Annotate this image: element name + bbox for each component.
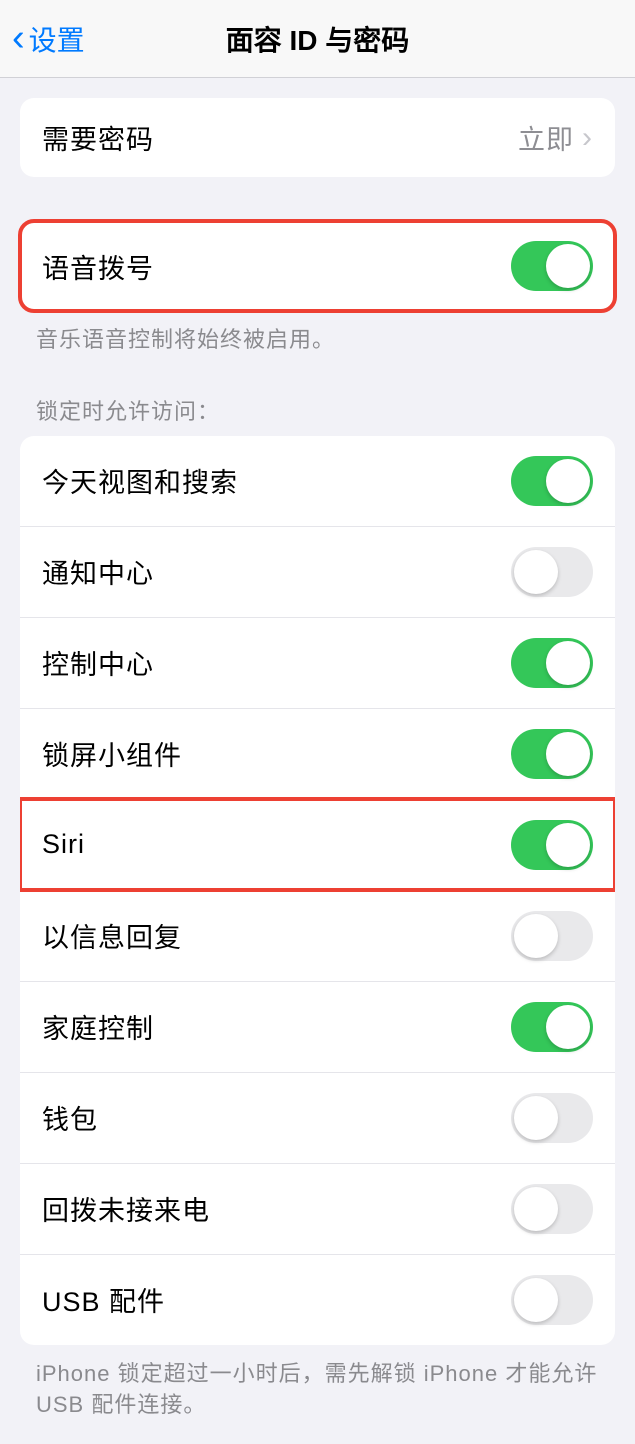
siri-toggle[interactable] bbox=[511, 820, 593, 870]
require-passcode-label: 需要密码 bbox=[42, 118, 154, 157]
wallet-toggle[interactable] bbox=[511, 1093, 593, 1143]
usb-accessories-toggle[interactable] bbox=[511, 1275, 593, 1325]
return-missed-calls-toggle[interactable] bbox=[511, 1184, 593, 1234]
wallet-row: 钱包 bbox=[20, 1072, 615, 1163]
voice-dial-footer: 音乐语音控制将始终被启用。 bbox=[0, 319, 635, 380]
notification-center-row: 通知中心 bbox=[20, 526, 615, 617]
nav-header: ‹ 设置 面容 ID 与密码 bbox=[0, 0, 635, 78]
home-control-row: 家庭控制 bbox=[20, 981, 615, 1072]
back-label: 设置 bbox=[29, 19, 85, 59]
settings-content: 需要密码 立即 › 语音拨号 音乐语音控制将始终被启用。 锁定时允许访问： 今天… bbox=[0, 78, 635, 1444]
toggle-knob bbox=[546, 641, 590, 685]
toggle-knob bbox=[514, 914, 558, 958]
usb-accessories-row: USB 配件 bbox=[20, 1254, 615, 1345]
return-missed-calls-row: 回拨未接来电 bbox=[20, 1163, 615, 1254]
lock-screen-widgets-row: 锁屏小组件 bbox=[20, 708, 615, 799]
toggle-knob bbox=[514, 550, 558, 594]
lock-screen-widgets-toggle[interactable] bbox=[511, 729, 593, 779]
page-title: 面容 ID 与密码 bbox=[226, 19, 410, 59]
toggle-knob bbox=[546, 1005, 590, 1049]
chevron-left-icon: ‹ bbox=[12, 17, 25, 60]
voice-dial-row: 语音拨号 bbox=[20, 221, 615, 311]
require-passcode-row[interactable]: 需要密码 立即 › bbox=[20, 98, 615, 177]
reply-message-toggle[interactable] bbox=[511, 911, 593, 961]
siri-row: Siri bbox=[20, 799, 615, 890]
toggle-knob bbox=[514, 1096, 558, 1140]
today-view-label: 今天视图和搜索 bbox=[42, 461, 238, 500]
toggle-knob bbox=[514, 1187, 558, 1231]
usb-accessories-label: USB 配件 bbox=[42, 1280, 165, 1319]
locked-access-header: 锁定时允许访问： bbox=[0, 380, 635, 436]
voice-dial-group: 语音拨号 bbox=[20, 221, 615, 311]
toggle-knob bbox=[546, 732, 590, 776]
wallet-label: 钱包 bbox=[42, 1098, 98, 1137]
toggle-knob bbox=[546, 823, 590, 867]
require-passcode-value: 立即 › bbox=[518, 118, 593, 157]
require-passcode-group: 需要密码 立即 › bbox=[20, 98, 615, 177]
usb-footer: iPhone 锁定超过一小时后，需先解锁 iPhone 才能允许 USB 配件连… bbox=[0, 1353, 635, 1444]
control-center-label: 控制中心 bbox=[42, 643, 154, 682]
reply-message-row: 以信息回复 bbox=[20, 890, 615, 981]
reply-message-label: 以信息回复 bbox=[42, 916, 182, 955]
voice-dial-label: 语音拨号 bbox=[42, 247, 154, 286]
return-missed-calls-label: 回拨未接来电 bbox=[42, 1189, 210, 1228]
toggle-knob bbox=[514, 1278, 558, 1322]
toggle-knob bbox=[546, 244, 590, 288]
siri-label: Siri bbox=[42, 829, 85, 860]
control-center-toggle[interactable] bbox=[511, 638, 593, 688]
toggle-knob bbox=[546, 459, 590, 503]
today-view-row: 今天视图和搜索 bbox=[20, 436, 615, 526]
locked-access-group: 今天视图和搜索 通知中心 控制中心 锁屏小组件 Siri bbox=[20, 436, 615, 1345]
lock-screen-widgets-label: 锁屏小组件 bbox=[42, 734, 182, 773]
notification-center-label: 通知中心 bbox=[42, 552, 154, 591]
notification-center-toggle[interactable] bbox=[511, 547, 593, 597]
home-control-toggle[interactable] bbox=[511, 1002, 593, 1052]
today-view-toggle[interactable] bbox=[511, 456, 593, 506]
home-control-label: 家庭控制 bbox=[42, 1007, 154, 1046]
back-button[interactable]: ‹ 设置 bbox=[0, 17, 85, 60]
control-center-row: 控制中心 bbox=[20, 617, 615, 708]
chevron-right-icon: › bbox=[582, 121, 593, 155]
voice-dial-toggle[interactable] bbox=[511, 241, 593, 291]
